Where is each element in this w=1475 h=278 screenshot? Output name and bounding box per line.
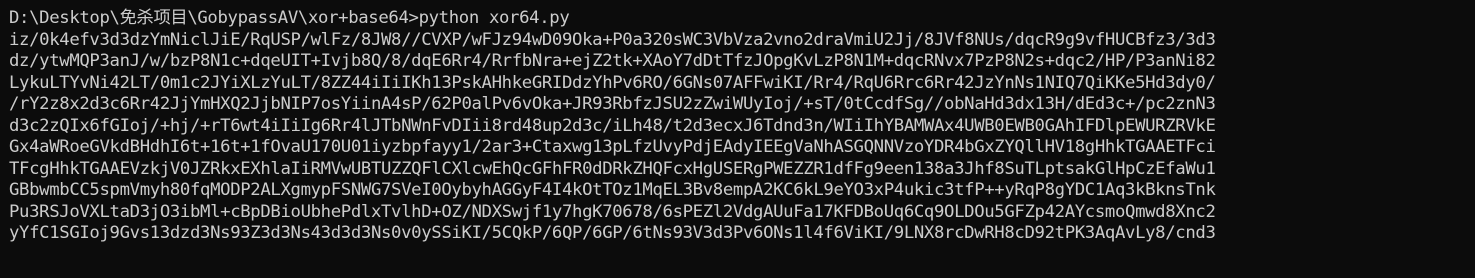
output-line: iz/0k4efv3d3dzYmNiclJiE/RqUSP/wlFz/8JW8/… bbox=[9, 29, 1216, 50]
output-line: /rY2z8x2d3c6Rr42JjYmHXQ2JjbNIP7osYiinA4s… bbox=[9, 94, 1216, 114]
command-prompt-line: D:\Desktop\免杀项目\GobypassAV\xor+base64>py… bbox=[9, 8, 570, 28]
terminal-window[interactable]: D:\Desktop\免杀项目\GobypassAV\xor+base64>py… bbox=[0, 0, 1475, 278]
output-line: d3c2zQIx6fGIoj/+hj/+rT6wt4iIiIg6Rr4lJTbN… bbox=[9, 115, 1216, 136]
output-line: dz/ytwMQP3anJ/w/bzP8N1c+dqeUIT+Ivjb8Q/8/… bbox=[9, 51, 1216, 71]
output-line: LykuLTYvNi42LT/0m1c2JYiXLzYuLT/8ZZ44iIiI… bbox=[9, 72, 1216, 93]
output-line: Pu3RSJoVXLtaD3jO3ibMl+cBpDBioUbhePdlxTvl… bbox=[9, 201, 1216, 222]
output-line: GBbwmbCC5spmVmyh80fqMODP2ALXgmypFSNWG7SV… bbox=[9, 180, 1216, 200]
output-line: yYfC1SGIoj9Gvs13dzd3Ns93Z3d3Ns43d3d3Ns0v… bbox=[9, 223, 1216, 243]
output-line: TFcgHhkTGAAEVzkjV0JZRkxEXhlaIiRMVwUBTUZZ… bbox=[9, 158, 1216, 179]
output-line: Gx4aWRoeGVkdBHdhI6t+16t+1fOvaU170U01iyzb… bbox=[9, 137, 1216, 157]
